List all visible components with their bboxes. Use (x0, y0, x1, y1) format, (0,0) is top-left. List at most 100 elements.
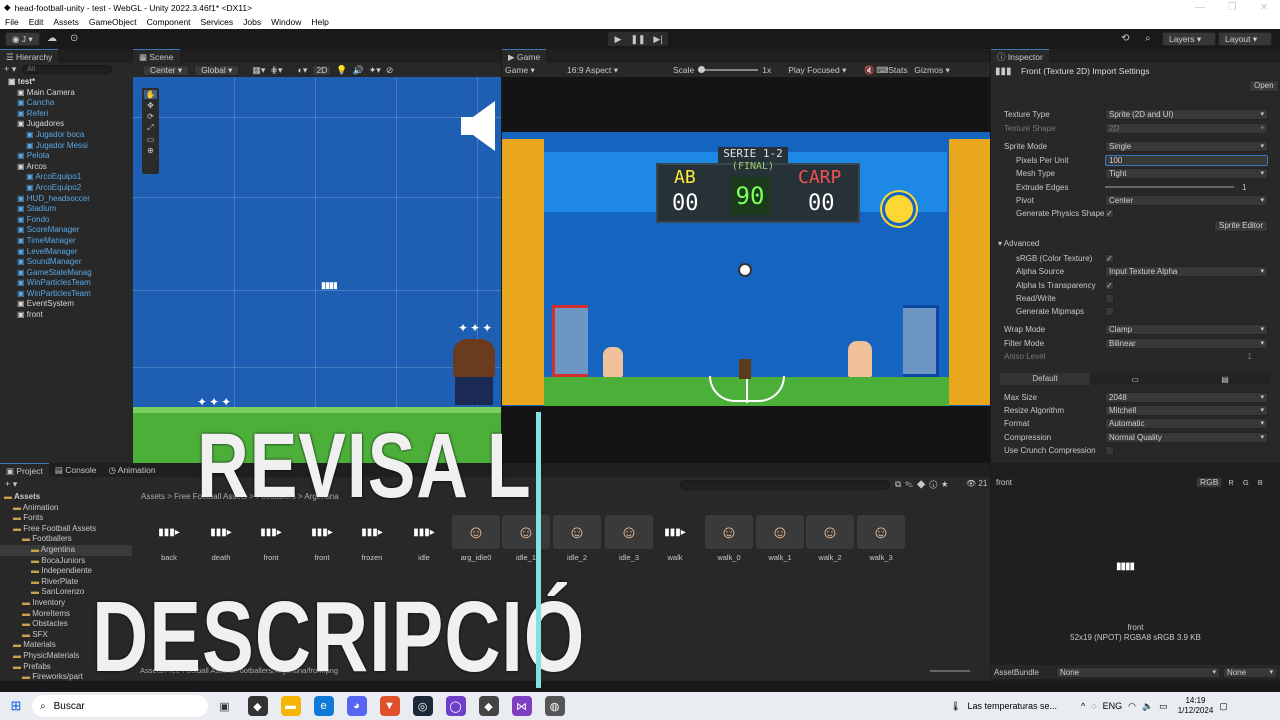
project-search-input[interactable] (680, 480, 890, 490)
platform-tab-default[interactable]: Default (1000, 373, 1090, 385)
rotate-tool-icon[interactable]: ⟳ (147, 112, 154, 121)
draw-mode-icon[interactable]: ◐▾ (297, 65, 307, 76)
property-checkbox[interactable]: ✓ (1105, 253, 1114, 263)
property-checkbox[interactable]: ✓ (1105, 208, 1114, 218)
channel-g[interactable]: G (1240, 478, 1252, 487)
hierarchy-item[interactable]: ▣ ArcoEquipo2 (0, 183, 133, 194)
2d-toggle[interactable]: 2D (312, 64, 332, 76)
gizmos-dropdown[interactable]: Gizmos ▾ (914, 65, 949, 76)
folder-item[interactable]: ▬ Animation (0, 503, 132, 514)
step-icon[interactable]: ▶| (648, 34, 668, 45)
hierarchy-item[interactable]: ▣ WinParticlesTeam (0, 278, 133, 289)
menu-file[interactable]: File (5, 17, 19, 27)
effects-icon[interactable]: ✦▾ (369, 65, 381, 76)
hierarchy-item[interactable]: ▣ Jugadores (0, 119, 133, 130)
property-dropdown[interactable]: Center (1105, 194, 1268, 206)
tab-inspector[interactable]: ⓘ Inspector (991, 49, 1049, 63)
minimize-button[interactable]: — (1184, 0, 1216, 15)
open-button[interactable]: Open (1249, 80, 1279, 92)
cloud-icon[interactable]: ☁ (47, 33, 57, 44)
menu-edit[interactable]: Edit (29, 17, 44, 27)
folder-item[interactable]: ▬ Free Football Assets (0, 524, 132, 535)
player-sprite[interactable] (453, 339, 495, 379)
hierarchy-item[interactable]: ▣ test* (0, 77, 133, 88)
edge-icon[interactable]: e (313, 696, 334, 716)
property-dropdown[interactable]: Input Texture Alpha (1105, 265, 1268, 277)
menu-assets[interactable]: Assets (53, 17, 79, 27)
menu-jobs[interactable]: Jobs (243, 17, 261, 27)
lighting-icon[interactable]: 💡 (336, 65, 347, 76)
play-focused-dropdown[interactable]: Play Focused ▾ (788, 65, 864, 76)
property-value[interactable]: 1 (1242, 183, 1268, 192)
asset-item[interactable]: ▮▮▮▸ frozen (348, 515, 396, 563)
task-view-icon[interactable]: ▣ (215, 696, 235, 716)
mute-icon[interactable]: 🔇 (864, 65, 876, 76)
brave-icon[interactable]: ▼ (379, 696, 400, 716)
scale-slider[interactable] (698, 66, 759, 73)
unity-app-icon[interactable]: ◍ (544, 696, 565, 716)
steam-icon[interactable]: ◎ (412, 696, 433, 716)
hierarchy-item[interactable]: ▣ ScoreManager (0, 225, 133, 236)
account-button[interactable]: ◉ J ▾ (5, 32, 40, 46)
stats-button[interactable]: Stats (888, 65, 914, 75)
hierarchy-item[interactable]: ▣ Arcos (0, 162, 133, 173)
language-indicator[interactable]: ENG (1103, 701, 1123, 711)
tab-game[interactable]: ▶ Game (502, 49, 547, 63)
hierarchy-item[interactable]: ▣ EventSystem (0, 299, 133, 310)
property-dropdown[interactable]: Normal Quality (1105, 431, 1268, 443)
project-add-icon[interactable]: + ▾ (5, 479, 17, 490)
menu-gameobject[interactable]: GameObject (89, 17, 137, 27)
thumbnail-size-slider[interactable] (930, 670, 970, 672)
advanced-foldout[interactable]: ▾ Advanced (998, 239, 1039, 248)
property-checkbox[interactable] (1105, 445, 1114, 455)
unity-hub-icon[interactable]: ◆ (247, 696, 268, 716)
asset-item[interactable]: ☺ walk_1 (756, 515, 804, 562)
visual-studio-icon[interactable]: ⋈ (511, 696, 532, 716)
platform-tab-standalone[interactable]: ▭ (1090, 375, 1180, 384)
property-dropdown[interactable]: Tight (1105, 167, 1268, 179)
asset-item[interactable]: ☺ idle_2 (553, 515, 601, 562)
network-icon[interactable]: ◌ (1091, 701, 1096, 711)
grid-snap-icon[interactable]: ▦▾ (252, 65, 265, 76)
maximize-button[interactable]: ❐ (1216, 0, 1248, 15)
notifications-icon[interactable]: ▢ (1219, 701, 1228, 712)
scene-view[interactable]: ✋ ✥ ⟳ ⤢ ▭ ⊕ ▮▮▮▮ ✦✦✦ ✦✦✦ (133, 77, 501, 463)
property-dropdown[interactable]: 2048 (1105, 391, 1268, 403)
unity-editor-icon[interactable]: ◆ (478, 696, 499, 716)
aspect-dropdown[interactable]: 16:9 Aspect ▾ (567, 65, 673, 76)
clock[interactable]: 14:19 1/12/2024 (1178, 696, 1214, 716)
battery-icon[interactable]: ▭ (1159, 701, 1168, 712)
folder-item[interactable]: ▬ BocaJuniors (0, 556, 132, 567)
variant-dropdown[interactable]: None (1223, 666, 1277, 678)
history-icon[interactable]: ⟲ (1121, 33, 1129, 44)
menu-help[interactable]: Help (311, 17, 328, 27)
hidden-objects-icon[interactable]: ⊘ (386, 65, 394, 76)
hierarchy-item[interactable]: ▣ ArcoEquipo1 (0, 172, 133, 183)
tab-console[interactable]: ▤ Console (48, 463, 103, 477)
property-checkbox[interactable] (1105, 293, 1114, 303)
search-icon[interactable]: ⌕ (1145, 33, 1151, 44)
property-dropdown[interactable]: Sprite (2D and UI) (1105, 108, 1268, 120)
hierarchy-item[interactable]: ▣ Jugador boca (0, 130, 133, 141)
hierarchy-item[interactable]: ▣ WinParticlesTeam (0, 289, 133, 300)
asset-item[interactable]: ☺ walk_3 (857, 515, 905, 562)
collab-icon[interactable]: ⊙ (70, 33, 78, 44)
asset-item[interactable]: ☺ walk_2 (806, 515, 854, 562)
hierarchy-item[interactable]: ▣ HUD_headsoccer (0, 194, 133, 205)
property-dropdown[interactable]: Mitchell (1105, 404, 1268, 416)
hierarchy-item[interactable]: ▣ Main Camera (0, 88, 133, 99)
folder-item[interactable]: ▬ Fonts (0, 513, 132, 524)
channel-r[interactable]: R (1225, 478, 1236, 487)
project-filter-icons[interactable]: ⧉✎◆ⓘ★ (895, 479, 952, 490)
channel-rgb[interactable]: RGB (1196, 477, 1223, 488)
assetbundle-dropdown[interactable]: None (1056, 666, 1220, 678)
hierarchy-item[interactable]: ▣ TimeManager (0, 236, 133, 247)
hierarchy-item[interactable]: ▣ Fondo (0, 215, 133, 226)
hand-tool-icon[interactable]: ✋ (144, 90, 157, 99)
hierarchy-item[interactable]: ▣ Pelota (0, 151, 133, 162)
pivot-dropdown[interactable]: Center ▾ (143, 64, 190, 76)
hierarchy-item[interactable]: ▣ Referi (0, 109, 133, 120)
filter-value[interactable]: Bilinear (1105, 337, 1268, 349)
discord-icon[interactable]: ◕ (346, 696, 367, 716)
asset-item[interactable]: ▮▮▮▸ front (298, 515, 346, 563)
